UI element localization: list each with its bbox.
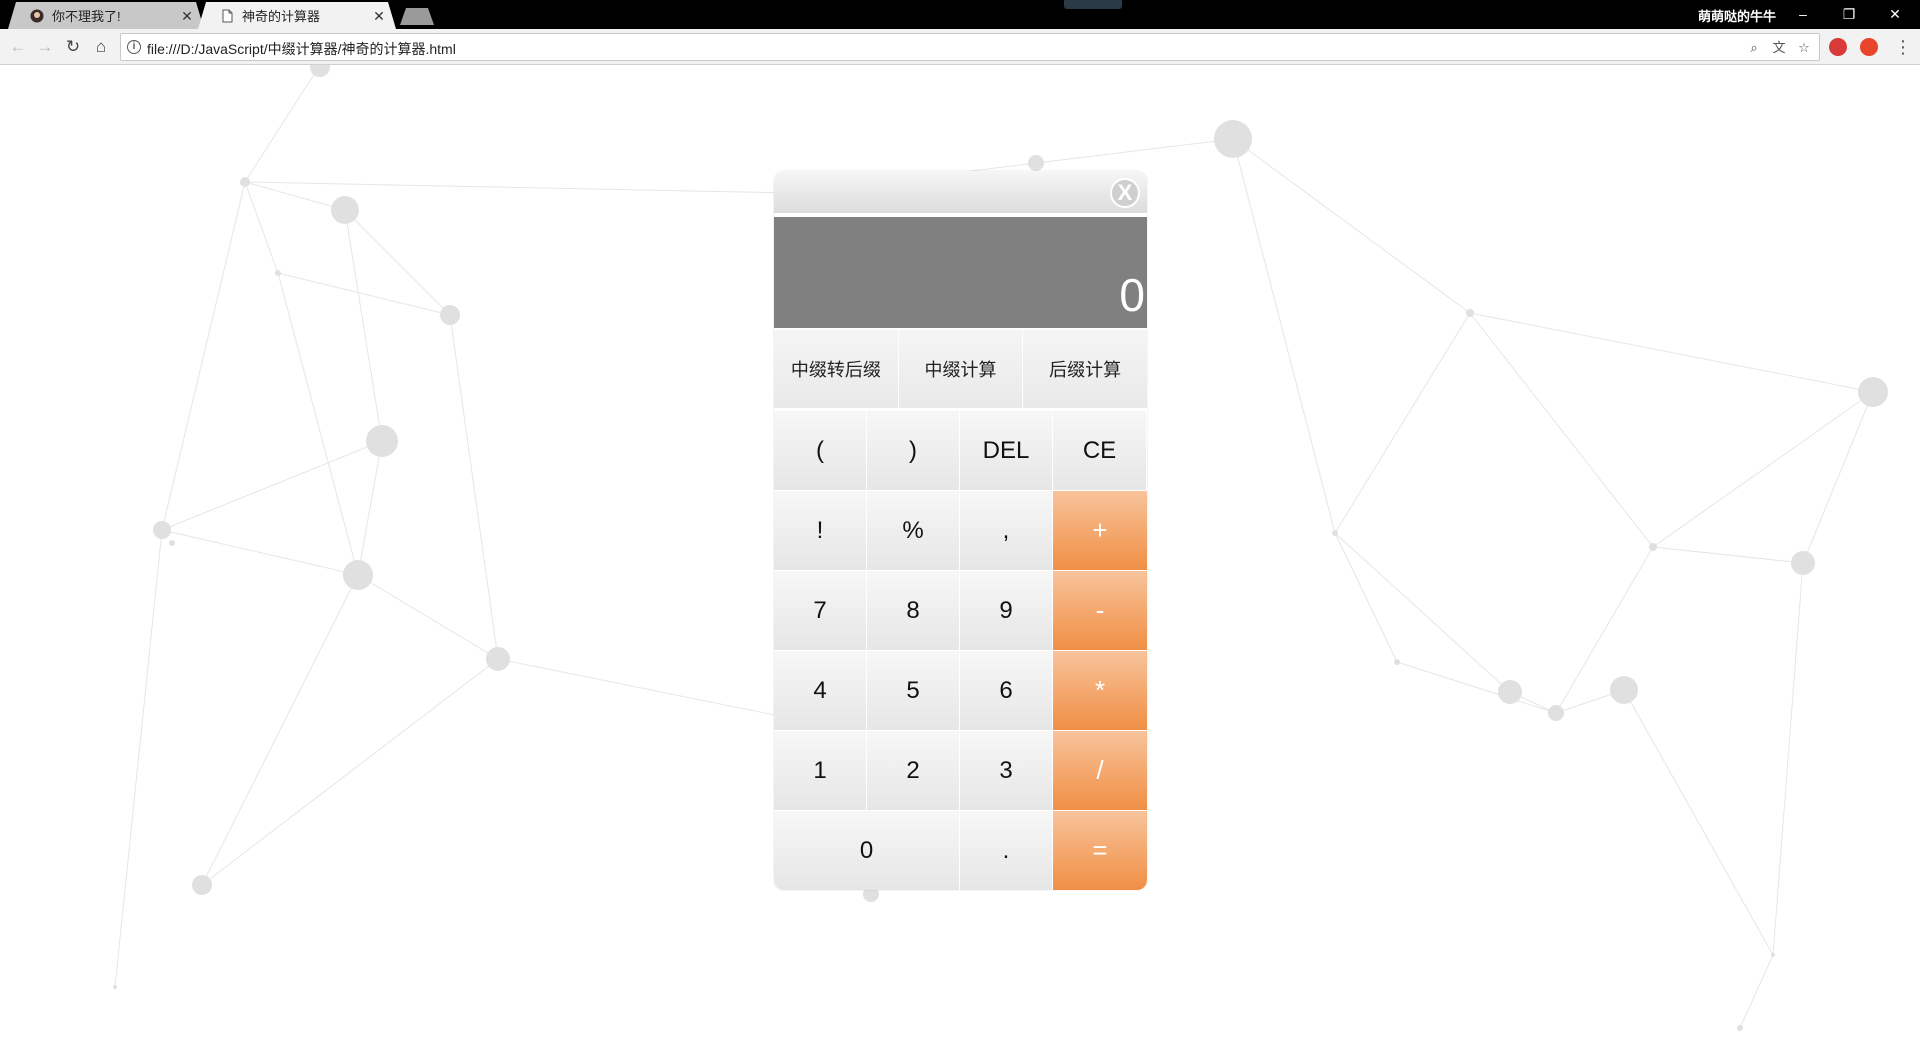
infix-calculate-button[interactable]: 中缀计算 bbox=[898, 330, 1024, 408]
browser-titlebar: 你不理我了! ✕ 神奇的计算器 ✕ 萌萌哒的牛牛 – ❐ ✕ bbox=[0, 0, 1920, 29]
key-button[interactable]: + bbox=[1053, 491, 1147, 571]
tab-close-icon[interactable]: ✕ bbox=[180, 9, 194, 23]
key-button[interactable]: CE bbox=[1053, 411, 1147, 491]
key-button[interactable]: % bbox=[867, 491, 960, 571]
keypad: () DEL CE!%, +7 8 9- 4 5 6 * 1 2 3/ 0. = bbox=[774, 411, 1147, 890]
tab-calculator[interactable]: 神奇的计算器 ✕ bbox=[198, 2, 396, 29]
key-button[interactable]: ( bbox=[774, 411, 867, 491]
key-button[interactable]: 6 bbox=[960, 651, 1053, 731]
page-icon bbox=[220, 9, 234, 23]
mode-buttons: 中缀转后缀 中缀计算 后缀计算 bbox=[774, 330, 1147, 408]
menu-kebab-icon[interactable]: ⋮ bbox=[1894, 37, 1912, 57]
extension-orange-icon[interactable] bbox=[1860, 38, 1878, 56]
tab-close-icon[interactable]: ✕ bbox=[372, 9, 386, 23]
key-button[interactable]: , bbox=[960, 491, 1053, 571]
back-arrow-icon[interactable]: ← bbox=[6, 35, 30, 59]
calculator-close-button[interactable]: X bbox=[1110, 178, 1140, 208]
browser-toolbar: ← → ↻ ⌂ i file:///D:/JavaScript/中缀计算器/神奇… bbox=[0, 29, 1920, 65]
key-button[interactable]: * bbox=[1053, 651, 1147, 731]
key-button[interactable]: 7 bbox=[774, 571, 867, 651]
page-viewport: X 0 中缀转后缀 中缀计算 后缀计算 () DEL CE!%, +7 8 9- 4 5 6 * 1… bbox=[0, 65, 1920, 1040]
key-button[interactable]: 9 bbox=[960, 571, 1053, 651]
calculator-display: 0 bbox=[774, 217, 1147, 328]
address-bar[interactable]: i file:///D:/JavaScript/中缀计算器/神奇的计算器.htm… bbox=[120, 33, 1820, 61]
calculator-header[interactable]: X bbox=[774, 171, 1147, 215]
minimize-button[interactable]: – bbox=[1780, 2, 1826, 26]
key-button[interactable]: 0 bbox=[774, 811, 960, 890]
key-button[interactable]: 3 bbox=[960, 731, 1053, 811]
key-button[interactable]: . bbox=[960, 811, 1053, 890]
reload-icon[interactable]: ↻ bbox=[61, 35, 85, 59]
calculator: X 0 中缀转后缀 中缀计算 后缀计算 () DEL CE!%, +7 8 9- 4 5 6 * 1… bbox=[774, 171, 1147, 890]
key-button[interactable]: 8 bbox=[867, 571, 960, 651]
key-button[interactable]: ! bbox=[774, 491, 867, 571]
restore-button[interactable]: ❐ bbox=[1826, 2, 1872, 26]
postfix-calculate-button[interactable]: 后缀计算 bbox=[1023, 330, 1147, 408]
key-button[interactable]: 1 bbox=[774, 731, 867, 811]
home-icon[interactable]: ⌂ bbox=[89, 35, 113, 59]
tab-title: 神奇的计算器 bbox=[242, 9, 321, 24]
bookmark-star-icon[interactable]: ☆ bbox=[1796, 40, 1812, 56]
info-icon[interactable]: i bbox=[127, 40, 141, 54]
tab-title: 你不理我了! bbox=[52, 9, 121, 24]
extension-red-icon[interactable] bbox=[1829, 38, 1847, 56]
tab-favicon-icon bbox=[30, 9, 44, 23]
translate-icon[interactable]: 文 bbox=[1771, 40, 1787, 56]
key-button[interactable]: / bbox=[1053, 731, 1147, 811]
zoom-icon[interactable]: ⌕ bbox=[1746, 40, 1762, 56]
key-button[interactable]: ) bbox=[867, 411, 960, 491]
key-button[interactable]: 4 bbox=[774, 651, 867, 731]
display-value: 0 bbox=[1119, 269, 1145, 321]
infix-to-postfix-button[interactable]: 中缀转后缀 bbox=[774, 330, 899, 408]
key-button[interactable]: 5 bbox=[867, 651, 960, 731]
tab-ni-bu-li-wo[interactable]: 你不理我了! ✕ bbox=[8, 2, 204, 29]
new-tab-button[interactable] bbox=[400, 8, 434, 25]
profile-name[interactable]: 萌萌哒的牛牛 bbox=[1698, 6, 1776, 25]
key-button[interactable]: DEL bbox=[960, 411, 1053, 491]
forward-arrow-icon[interactable]: → bbox=[33, 35, 57, 59]
key-button[interactable]: = bbox=[1053, 811, 1147, 890]
key-button[interactable]: - bbox=[1053, 571, 1147, 651]
url-text[interactable]: file:///D:/JavaScript/中缀计算器/神奇的计算器.html bbox=[147, 39, 456, 59]
close-window-button[interactable]: ✕ bbox=[1872, 2, 1918, 26]
title-bar-indicator bbox=[1064, 0, 1122, 9]
key-button[interactable]: 2 bbox=[867, 731, 960, 811]
